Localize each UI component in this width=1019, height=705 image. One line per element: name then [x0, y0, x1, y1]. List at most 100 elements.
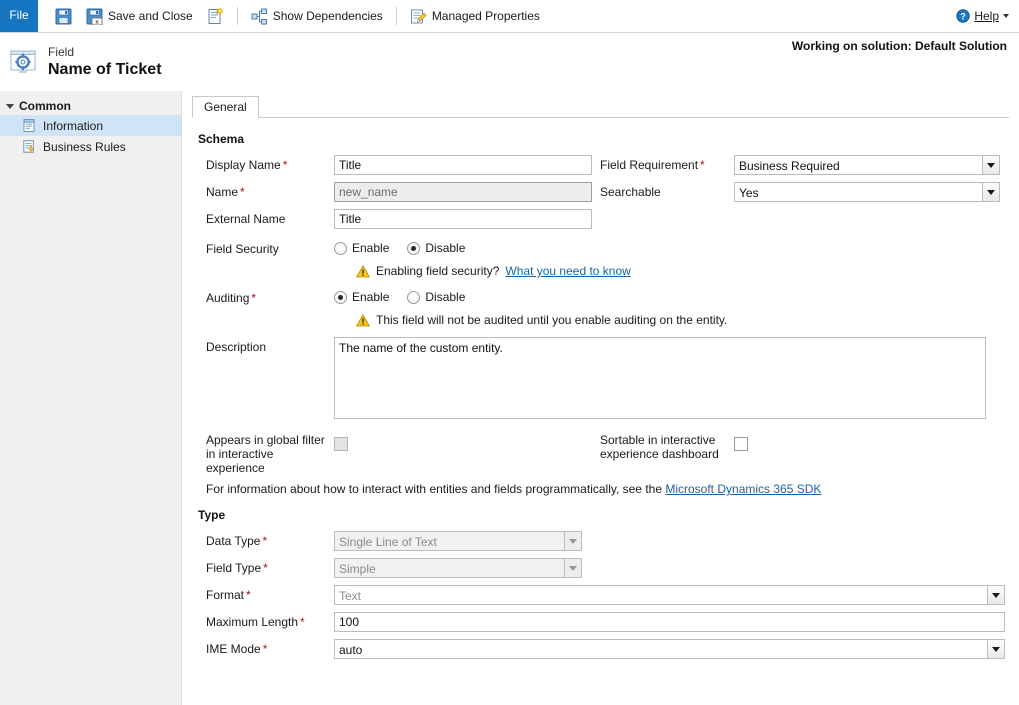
auditing-label-text: Auditing — [206, 291, 250, 305]
description-textarea[interactable]: The name of the custom entity. — [334, 337, 986, 419]
auditing-enable-radio[interactable]: Enable — [334, 290, 389, 304]
auditing-warning: This field will not be audited until you… — [355, 313, 1009, 327]
field-type-select: Simple — [334, 558, 582, 578]
field-requirement-select[interactable]: Business Required — [734, 155, 1000, 175]
svg-text:x: x — [95, 19, 99, 25]
description-label: Description — [192, 337, 334, 355]
ime-mode-select[interactable]: auto — [334, 639, 1005, 659]
name-input — [334, 182, 592, 202]
toolbar-separator-1 — [236, 7, 238, 25]
content-panel: General Schema Display Name* Field Requi… — [182, 91, 1019, 705]
save-and-close-icon: x — [86, 8, 103, 26]
ribbon-button-group: x Save and Close Show Dependencies Manag… — [38, 0, 1019, 32]
row-ime-mode: IME Mode * auto — [192, 639, 1009, 659]
auditing-enable-label: Enable — [352, 290, 390, 304]
page-kind-label: Field — [48, 44, 75, 59]
global-filter-label: Appears in global filter in interactive … — [192, 430, 334, 475]
sortable-label-text: Sortable in interactive experience dashb… — [600, 433, 719, 461]
required-asterisk: * — [262, 534, 268, 548]
warning-triangle-icon — [355, 313, 371, 327]
svg-text:?: ? — [961, 11, 967, 21]
sdk-note-link[interactable]: Microsoft Dynamics 365 SDK — [665, 482, 821, 496]
radio-circle-selected-icon — [407, 241, 421, 255]
row-data-type: Data Type * Single Line of Text — [192, 531, 1009, 551]
auditing-disable-radio[interactable]: Disable — [407, 290, 465, 304]
sidebar-group-common[interactable]: Common — [0, 97, 181, 115]
managed-properties-icon — [410, 8, 427, 25]
row-description: Description The name of the custom entit… — [192, 337, 1009, 422]
chevron-down-icon — [982, 183, 999, 201]
field-requirement-label: Field Requirement * — [600, 155, 734, 173]
tab-general-label: General — [204, 100, 247, 114]
external-name-input[interactable] — [334, 209, 592, 229]
field-security-disable-label: Disable — [425, 241, 466, 255]
save-and-close-button[interactable]: x Save and Close — [79, 5, 200, 28]
maximum-length-input[interactable] — [334, 612, 1005, 632]
field-security-enable-radio[interactable]: Enable — [334, 241, 389, 255]
row-maximum-length: Maximum Length * — [192, 612, 1009, 632]
auditing-warning-text: This field will not be audited until you… — [376, 313, 728, 327]
auditing-disable-label: Disable — [425, 290, 466, 304]
searchable-select[interactable]: Yes — [734, 182, 1000, 202]
required-asterisk: * — [262, 642, 268, 656]
field-type-label-text: Field Type — [206, 561, 262, 575]
external-name-label-text: External Name — [206, 212, 286, 226]
row-external-name: External Name — [192, 209, 1009, 229]
save-icon — [55, 8, 72, 25]
maximum-length-label-text: Maximum Length — [206, 615, 299, 629]
searchable-value: Yes — [739, 186, 759, 200]
file-tab[interactable]: File — [0, 0, 38, 32]
data-type-value: Single Line of Text — [339, 535, 437, 549]
sidebar-item-information[interactable]: Information — [0, 115, 181, 136]
managed-properties-button[interactable]: Managed Properties — [403, 5, 547, 28]
field-security-label: Field Security — [192, 239, 334, 257]
required-asterisk: * — [240, 185, 245, 199]
sidebar-item-business-rules[interactable]: Business Rules — [0, 136, 181, 157]
chevron-down-icon — [1003, 14, 1009, 18]
field-security-disable-radio[interactable]: Disable — [407, 241, 465, 255]
help-circle-icon: ? — [956, 9, 971, 23]
name-label: Name * — [192, 182, 334, 200]
save-button[interactable] — [48, 5, 79, 28]
field-security-warning-link[interactable]: What you need to know — [505, 264, 630, 278]
chevron-down-icon — [564, 532, 581, 550]
help-button[interactable]: ? Help — [956, 9, 1019, 23]
auditing-label: Auditing * — [192, 288, 334, 306]
chevron-down-icon — [987, 586, 1004, 604]
sidebar-item-label: Business Rules — [43, 139, 126, 154]
field-requirement-label-text: Field Requirement — [600, 158, 699, 172]
searchable-label: Searchable — [600, 182, 734, 200]
required-asterisk: * — [282, 158, 288, 172]
maximum-length-label: Maximum Length * — [192, 612, 334, 630]
sortable-checkbox[interactable] — [734, 437, 748, 451]
field-security-label-text: Field Security — [206, 242, 279, 256]
field-security-warning: Enabling field security? What you need t… — [355, 264, 1009, 278]
schema-section-title: Schema — [198, 132, 245, 146]
data-type-select: Single Line of Text — [334, 531, 582, 551]
chevron-down-icon — [987, 640, 1004, 658]
file-tab-label: File — [9, 8, 29, 22]
field-type-label: Field Type * — [192, 558, 334, 576]
row-interactive-options: Appears in global filter in interactive … — [192, 430, 1009, 475]
show-dependencies-button[interactable]: Show Dependencies — [244, 5, 390, 28]
format-label-text: Format — [206, 588, 245, 602]
data-type-label: Data Type * — [192, 531, 334, 549]
managed-properties-label: Managed Properties — [431, 9, 540, 23]
row-auditing: Auditing * Enable Disable — [192, 288, 1009, 306]
description-label-text: Description — [206, 340, 267, 354]
radio-circle-icon — [407, 290, 421, 304]
new-button[interactable] — [200, 5, 231, 28]
field-security-enable-label: Enable — [352, 241, 390, 255]
global-filter-checkbox — [334, 437, 348, 451]
row-name: Name* Searchable Yes — [192, 182, 1009, 202]
name-label-text: Name — [206, 185, 239, 199]
sdk-note-text: For information about how to interact wi… — [206, 482, 662, 496]
warning-triangle-icon — [355, 264, 371, 278]
required-asterisk: * — [263, 561, 268, 575]
tab-general[interactable]: General — [192, 96, 259, 118]
display-name-input[interactable] — [334, 155, 592, 175]
format-select[interactable]: Text — [334, 585, 1005, 605]
show-dependencies-label: Show Dependencies — [272, 9, 383, 23]
global-filter-label-text: Appears in global filter in interactive … — [206, 433, 325, 475]
format-value: Text — [339, 589, 362, 603]
